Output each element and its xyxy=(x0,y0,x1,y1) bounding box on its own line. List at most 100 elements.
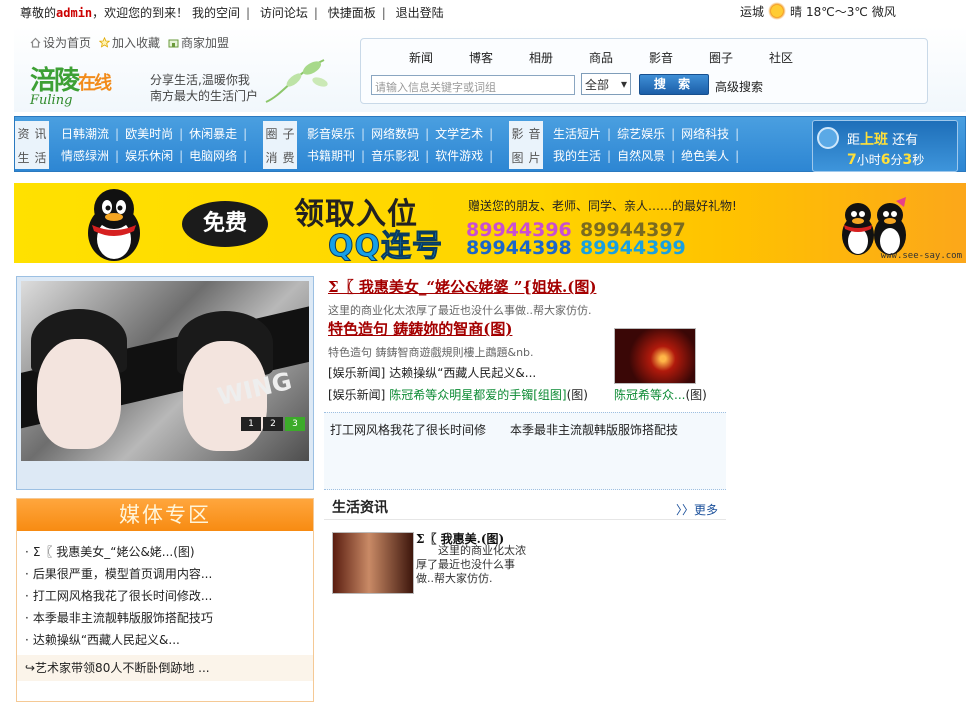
countdown-hours-unit: 小时 xyxy=(856,153,881,167)
list-item[interactable]: 打工网风格我花了很长时间修改... xyxy=(25,585,313,607)
nav-link[interactable]: 生活短片 xyxy=(553,127,601,141)
search-input[interactable]: 请输入信息关键字或词组 xyxy=(371,75,575,95)
list-item[interactable]: 后果很严重，模型首页调用内容... xyxy=(25,563,313,585)
nav-link[interactable]: 娱乐休闲 xyxy=(125,149,173,163)
slide-page-3[interactable]: 3 xyxy=(285,417,305,431)
free-badge: 免费 xyxy=(182,201,268,247)
nav-link[interactable]: 自然风景 xyxy=(617,149,665,163)
set-homepage-link[interactable]: 设为首页 xyxy=(30,34,91,51)
more-link[interactable]: 〉〉更多 xyxy=(676,500,718,520)
nav-link[interactable]: 绝色美人 xyxy=(681,149,729,163)
nav-link[interactable]: 文学艺术 xyxy=(435,127,483,141)
quick-links: 设为首页 加入收藏 商家加盟 xyxy=(30,34,229,51)
search-tab-community[interactable]: 社区 xyxy=(751,49,811,66)
banner-gift-text: 赠送您的朋友、老师、同学、亲人……的最好礼物! xyxy=(468,199,737,213)
nav-link[interactable]: 我的生活 xyxy=(553,149,601,163)
site-logo[interactable]: 涪陵在线 Fuling xyxy=(30,60,140,108)
search-tab-album[interactable]: 相册 xyxy=(511,49,571,66)
slogan-line-1: 分享生活,温暖你我 xyxy=(150,73,250,87)
countdown-line-2: 7小时6分3秒 xyxy=(847,151,924,168)
nav-link[interactable]: 综艺娱乐 xyxy=(617,127,665,141)
slide-page-2[interactable]: 2 xyxy=(263,417,283,431)
search-tab-media[interactable]: 影音 xyxy=(631,49,691,66)
news-category[interactable]: [娱乐新闻] xyxy=(328,388,385,402)
media-zone: 媒体专区 Σ〖 我惠美女_“姥公&姥...(图) 后果很严重，模型首页调用内容.… xyxy=(16,498,314,702)
countdown-line-1: 距上班 还有 xyxy=(847,129,918,149)
top-bar: 尊敬的admin，欢迎您的到来！ 我的空间 | 访问论坛 | 快捷面板 | 退出登陆 … xyxy=(0,0,980,22)
nav-link[interactable]: 欧美时尚 xyxy=(125,127,173,141)
slide-page-1[interactable]: 1 xyxy=(241,417,261,431)
slogan: 分享生活,温暖你我 南方最大的生活门户 xyxy=(150,72,258,104)
news-thumbnail[interactable] xyxy=(614,328,696,384)
qq-number-banner[interactable]: 免费 领取入位 QQ连号 赠送您的朋友、老师、同学、亲人……的最好礼物! 899… xyxy=(14,183,966,263)
welcome-bar: 尊敬的admin，欢迎您的到来！ 我的空间 | 访问论坛 | 快捷面板 | 退出登陆 xyxy=(20,4,444,21)
life-thumbnail[interactable] xyxy=(332,532,414,594)
sun-icon xyxy=(768,2,787,20)
nav-label-char: 音 xyxy=(528,126,541,141)
news-link[interactable]: 陈冠希等众明星都爱的手镯[组图] xyxy=(389,388,566,402)
nav-link[interactable]: 情感绿洲 xyxy=(61,149,109,163)
media-footer-link[interactable]: ↪艺术家带领80人不断卧倒跡地 ... xyxy=(17,655,313,681)
nav-link[interactable]: 音乐影视 xyxy=(371,149,419,163)
list-item[interactable]: 达赖操纵“西藏人民起义&... xyxy=(25,629,313,651)
thumb-caption[interactable]: 陈冠希等众... xyxy=(614,388,685,402)
weather-temp: 18℃～3℃ xyxy=(806,4,868,19)
banner-number: 89944398 xyxy=(466,237,572,259)
search-tab-goods[interactable]: 商品 xyxy=(571,49,631,66)
nav-link[interactable]: 日韩潮流 xyxy=(61,127,109,141)
nav-label-char: 活 xyxy=(34,150,47,165)
news-tag: (图) xyxy=(566,388,588,402)
headline-title-1[interactable]: Σ〖 我惠美女_“姥公&姥婆 ”{姐妹.(图) xyxy=(328,276,596,297)
add-favorite-link[interactable]: 加入收藏 xyxy=(98,34,160,51)
nav-link[interactable]: 影音娱乐 xyxy=(307,127,355,141)
quick-panel-link[interactable]: 快捷面板 xyxy=(328,6,376,20)
weather-widget: 运城 晴 18℃～3℃ 微风 xyxy=(740,2,896,20)
recommend-link-right[interactable]: 本季最非主流靓韩版服饰搭配技 xyxy=(510,421,678,438)
nav-label-char: 影 xyxy=(511,126,524,141)
life-info-section: 生活资讯 〉〉更多 Σ〖 我惠美.(图) 这里的商业化太浓厚了最近也没什么事做.… xyxy=(324,498,726,594)
recommend-link-left[interactable]: 打工网风格我花了很长时间修 xyxy=(330,421,486,438)
slogan-line-2: 南方最大的生活门户 xyxy=(150,89,259,103)
advanced-search-link[interactable]: 高级搜索 xyxy=(715,78,763,95)
my-space-link[interactable]: 我的空间 xyxy=(192,6,240,20)
headline-title-2[interactable]: 特色造句 鋳鋳妳的智商(图) xyxy=(328,318,512,339)
news-category[interactable]: [娱乐新闻] xyxy=(328,366,385,380)
nav-label-char: 生 xyxy=(17,150,30,165)
penguin-icon xyxy=(88,189,140,261)
countdown-minutes-unit: 分 xyxy=(890,153,903,167)
penguin-couple-icon xyxy=(842,197,906,255)
nav-link[interactable]: 软件游戏 xyxy=(435,149,483,163)
search-tab-blog[interactable]: 博客 xyxy=(451,49,511,66)
search-button[interactable]: 搜 索 xyxy=(639,74,709,95)
username[interactable]: admin xyxy=(56,6,92,20)
photo-slideshow[interactable]: WING 1 2 3 xyxy=(16,276,314,490)
nav-link[interactable]: 网络数码 xyxy=(371,127,419,141)
banner-title-2: QQ连号 xyxy=(327,229,444,264)
search-tab-circle[interactable]: 圈子 xyxy=(691,49,751,66)
nav-group-links: 影音娱乐 | 网络数码 | 文学艺术 | 书籍期刊 | 音乐影视 | 软件游戏 | xyxy=(307,127,494,163)
forum-link[interactable]: 访问论坛 xyxy=(260,6,308,20)
star-icon xyxy=(98,36,111,48)
nav-link[interactable]: 网络科技 xyxy=(681,127,729,141)
search-scope-select[interactable]: 全部 ▾ xyxy=(581,73,631,95)
leaf-decoration-icon xyxy=(265,59,328,103)
list-item[interactable]: Σ〖 我惠美女_“姥公&姥...(图) xyxy=(25,541,313,563)
list-item[interactable]: 本季最非主流靓韩版服饰搭配技巧 xyxy=(25,607,313,629)
nav-label-char: 讯 xyxy=(34,126,47,141)
greet-prefix: 尊敬的 xyxy=(20,6,57,20)
search-panel: 新闻 博客 相册 商品 影音 圈子 社区 请输入信息关键字或词组 全部 ▾ 搜 … xyxy=(360,38,928,104)
headline-desc-2: 特色造句 鋳鋳智商遊戲規則樓上鵡題&nb. xyxy=(328,346,534,359)
banner-url: www.see-say.com xyxy=(880,251,962,261)
separator: | xyxy=(246,6,251,20)
nav-link[interactable]: 电脑网络 xyxy=(189,149,237,163)
nav-link[interactable]: 休闲暴走 xyxy=(189,127,237,141)
logout-link[interactable]: 退出登陆 xyxy=(396,6,444,20)
weather-city: 运城 xyxy=(740,4,765,19)
home-icon xyxy=(30,37,41,48)
thumb-caption-line: 陈冠希等众...(图) xyxy=(614,386,707,403)
news-link[interactable]: 达赖操纵“西藏人民起义&... xyxy=(389,366,536,380)
merchant-join-link[interactable]: 商家加盟 xyxy=(168,34,229,51)
nav-link[interactable]: 书籍期刊 xyxy=(307,149,355,163)
search-tab-news[interactable]: 新闻 xyxy=(391,49,451,66)
slide-image[interactable]: WING 1 2 3 xyxy=(21,281,309,461)
